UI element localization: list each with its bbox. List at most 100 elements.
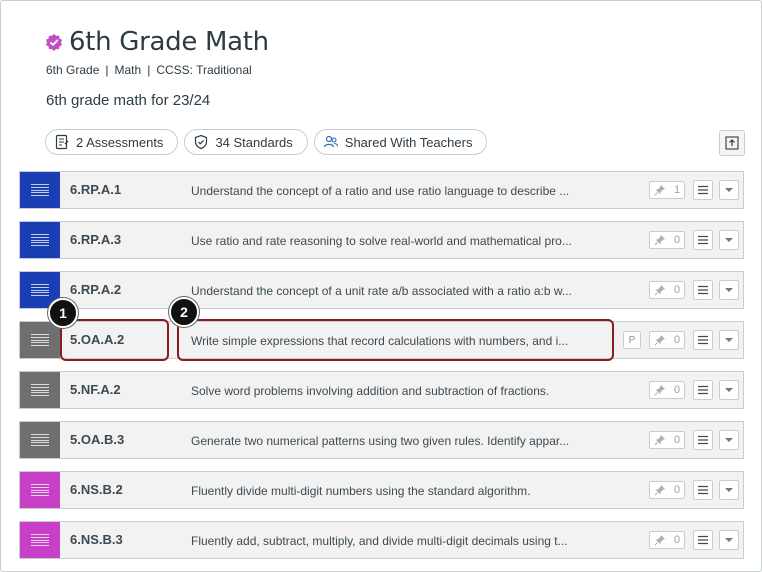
pin-count: 0 [674, 284, 681, 296]
pin-icon [654, 235, 665, 246]
grade-label: 6th Grade [46, 63, 100, 77]
expand-dropdown-button[interactable] [719, 230, 739, 250]
table-row[interactable]: 6.RP.A.2 Understand the concept of a uni… [19, 271, 744, 309]
table-row[interactable]: 6.RP.A.1 Understand the concept of a rat… [19, 171, 744, 209]
chevron-down-icon [725, 388, 733, 392]
color-swatch [20, 322, 60, 358]
highlight-code [60, 319, 169, 361]
chevron-down-icon [725, 488, 733, 492]
assessments-pill[interactable]: 2 Assessments [45, 129, 179, 155]
standards-pill[interactable]: 34 Standards [184, 129, 308, 155]
list-menu-button[interactable] [693, 330, 713, 350]
hamburger-icon [698, 485, 708, 495]
standard-statement: Fluently add, subtract, multiply, and di… [191, 534, 568, 548]
pin-button[interactable]: 0 [649, 431, 685, 449]
pin-count: 0 [674, 484, 681, 496]
list-menu-button[interactable] [693, 180, 713, 200]
separator: | [147, 63, 151, 77]
users-icon [323, 135, 338, 148]
hamburger-icon [698, 185, 708, 195]
drag-handle-icon [31, 384, 49, 396]
chevron-down-icon [725, 188, 733, 192]
drag-handle-icon [31, 184, 49, 196]
drag-handle-icon [31, 534, 49, 546]
pin-count: 0 [674, 384, 681, 396]
drag-handle-icon [31, 234, 49, 246]
shield-check-icon [195, 134, 208, 150]
standards-pill-label: 34 Standards [215, 134, 293, 150]
callout-2: 2 [169, 297, 199, 327]
standard-code: 6.NS.B.2 [70, 482, 123, 497]
table-row[interactable]: 6.RP.A.3 Use ratio and rate reasoning to… [19, 221, 744, 259]
list-menu-button[interactable] [693, 430, 713, 450]
list-menu-button[interactable] [693, 230, 713, 250]
chevron-down-icon [725, 288, 733, 292]
upload-icon [725, 136, 739, 150]
callout-1: 1 [48, 298, 78, 328]
pin-button[interactable]: 0 [649, 531, 685, 549]
list-menu-button[interactable] [693, 380, 713, 400]
standard-statement: Solve word problems involving addition a… [191, 384, 550, 398]
pin-button[interactable]: 0 [649, 381, 685, 399]
color-swatch [20, 472, 60, 508]
pin-button[interactable]: 0 [649, 331, 685, 349]
pin-icon [654, 335, 665, 346]
table-row[interactable]: 5.NF.A.2 Solve word problems involving a… [19, 371, 744, 409]
list-menu-button[interactable] [693, 530, 713, 550]
expand-dropdown-button[interactable] [719, 430, 739, 450]
separator: | [105, 63, 109, 77]
expand-dropdown-button[interactable] [719, 530, 739, 550]
pin-icon [654, 185, 665, 196]
assessment-icon [55, 134, 69, 150]
summary-pills: 2 Assessments 34 Standards Shared With T… [45, 129, 488, 155]
drag-handle-icon [31, 434, 49, 446]
pin-icon [654, 435, 665, 446]
standard-code: 6.RP.A.3 [70, 232, 122, 247]
page-description: 6th grade math for 23/24 [46, 92, 211, 109]
export-button[interactable] [719, 130, 745, 156]
framework-label: CCSS: Traditional [156, 63, 252, 77]
pin-button[interactable]: 0 [649, 481, 685, 499]
pin-icon [654, 285, 665, 296]
pin-button[interactable]: 1 [649, 181, 685, 199]
table-row[interactable]: 5.OA.B.3 Generate two numerical patterns… [19, 421, 744, 459]
hamburger-icon [698, 235, 708, 245]
expand-dropdown-button[interactable] [719, 480, 739, 500]
hamburger-icon [698, 335, 708, 345]
pin-button[interactable]: 0 [649, 281, 685, 299]
drag-handle-icon [31, 334, 49, 346]
chevron-down-icon [725, 338, 733, 342]
table-row[interactable]: 6.NS.B.2 Fluently divide multi-digit num… [19, 471, 744, 509]
highlight-statement [177, 319, 614, 361]
verified-badge-icon [45, 33, 63, 51]
hamburger-icon [698, 285, 708, 295]
priority-badge: P [623, 331, 641, 349]
pin-icon [654, 485, 665, 496]
color-swatch [20, 422, 60, 458]
table-row[interactable]: 6.NS.B.3 Fluently add, subtract, multipl… [19, 521, 744, 559]
expand-dropdown-button[interactable] [719, 280, 739, 300]
hamburger-icon [698, 535, 708, 545]
shared-pill[interactable]: Shared With Teachers [313, 129, 488, 155]
pin-count: 1 [674, 184, 681, 196]
subject-label: Math [114, 63, 142, 77]
list-menu-button[interactable] [693, 480, 713, 500]
expand-dropdown-button[interactable] [719, 330, 739, 350]
standard-statement: Use ratio and rate reasoning to solve re… [191, 234, 572, 248]
breadcrumb: 6th Grade | Math | CCSS: Traditional [46, 63, 252, 77]
assessments-pill-label: 2 Assessments [76, 134, 164, 150]
chevron-down-icon [725, 438, 733, 442]
shared-pill-label: Shared With Teachers [344, 134, 473, 150]
pin-count: 0 [674, 534, 681, 546]
pin-button[interactable]: 0 [649, 231, 685, 249]
expand-dropdown-button[interactable] [719, 180, 739, 200]
standard-code: 5.OA.B.3 [70, 432, 125, 447]
chevron-down-icon [725, 538, 733, 542]
title-row: 6th Grade Math [45, 27, 269, 57]
expand-dropdown-button[interactable] [719, 380, 739, 400]
pin-icon [654, 385, 665, 396]
standard-code: 5.NF.A.2 [70, 382, 121, 397]
drag-handle-icon [31, 484, 49, 496]
list-menu-button[interactable] [693, 280, 713, 300]
pin-count: 0 [674, 234, 681, 246]
